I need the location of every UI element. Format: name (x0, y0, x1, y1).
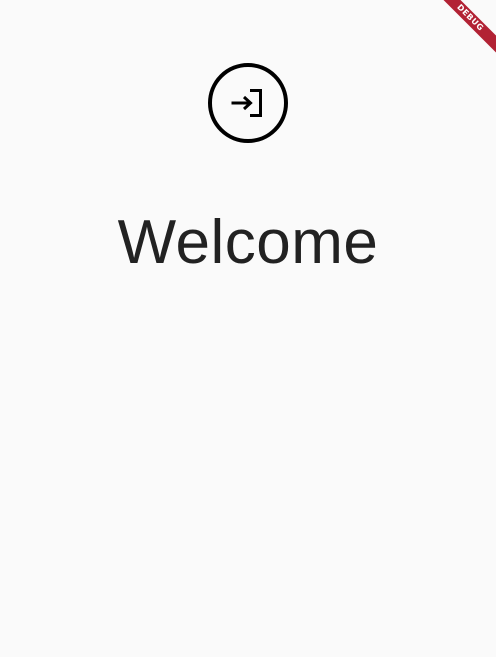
login-icon (231, 89, 262, 117)
page-title: Welcome (117, 208, 379, 277)
login-button[interactable] (208, 63, 288, 143)
debug-banner-label: DEBUG (436, 0, 496, 57)
debug-banner: DEBUG (436, 0, 496, 60)
